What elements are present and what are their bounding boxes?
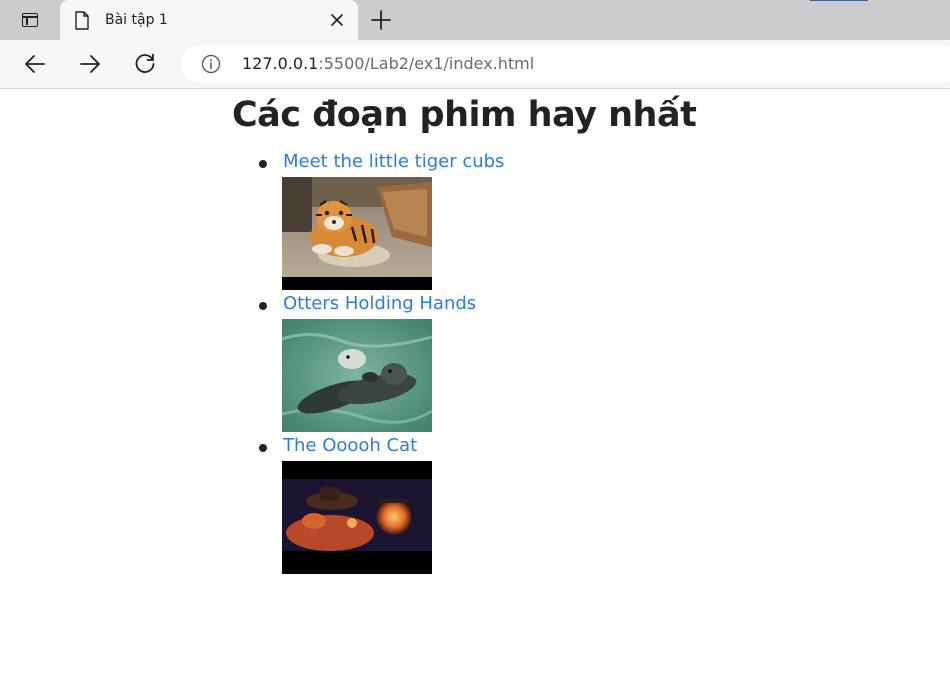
tab-active[interactable]: Bài tập 1 — [60, 0, 358, 41]
bullet — [259, 160, 267, 168]
new-tab-icon[interactable] — [367, 6, 395, 34]
window-edge — [810, 0, 868, 1]
url-path: :5500/Lab2/ex1/index.html — [318, 54, 535, 73]
otters-image — [282, 319, 432, 432]
video-link-cat[interactable]: The Ooooh Cat — [283, 434, 417, 458]
forward-icon[interactable] — [76, 50, 104, 78]
video-thumbnail-cat[interactable] — [282, 461, 432, 574]
back-icon[interactable] — [21, 50, 49, 78]
video-thumbnail-tiger[interactable] — [282, 177, 432, 290]
browser-toolbar: 127.0.0.1:5500/Lab2/ex1/index.html — [0, 40, 950, 89]
tab-actions-icon — [22, 13, 38, 27]
page-content: Các đoạn phim hay nhất Meet the little t… — [0, 89, 950, 687]
tiger-cub-image — [282, 177, 432, 290]
tab-title: Bài tập 1 — [105, 12, 168, 28]
video-link-tiger[interactable]: Meet the little tiger cubs — [283, 150, 504, 174]
bullet — [259, 444, 267, 452]
page-title: Các đoạn phim hay nhất — [232, 95, 697, 135]
video-thumbnail-otters[interactable] — [282, 319, 432, 432]
tab-actions-button[interactable] — [10, 6, 50, 34]
close-icon[interactable] — [328, 11, 346, 29]
reload-icon[interactable] — [131, 50, 159, 78]
video-link-otters[interactable]: Otters Holding Hands — [283, 292, 476, 316]
info-icon[interactable] — [201, 54, 221, 74]
ooooh-cat-image — [282, 461, 432, 574]
url-text[interactable]: 127.0.0.1:5500/Lab2/ex1/index.html — [242, 54, 534, 74]
url-host: 127.0.0.1 — [242, 54, 319, 73]
bullet — [259, 302, 267, 310]
page-icon — [75, 11, 89, 30]
tab-strip: Bài tập 1 — [0, 0, 950, 41]
address-bar[interactable]: 127.0.0.1:5500/Lab2/ex1/index.html — [181, 45, 950, 83]
